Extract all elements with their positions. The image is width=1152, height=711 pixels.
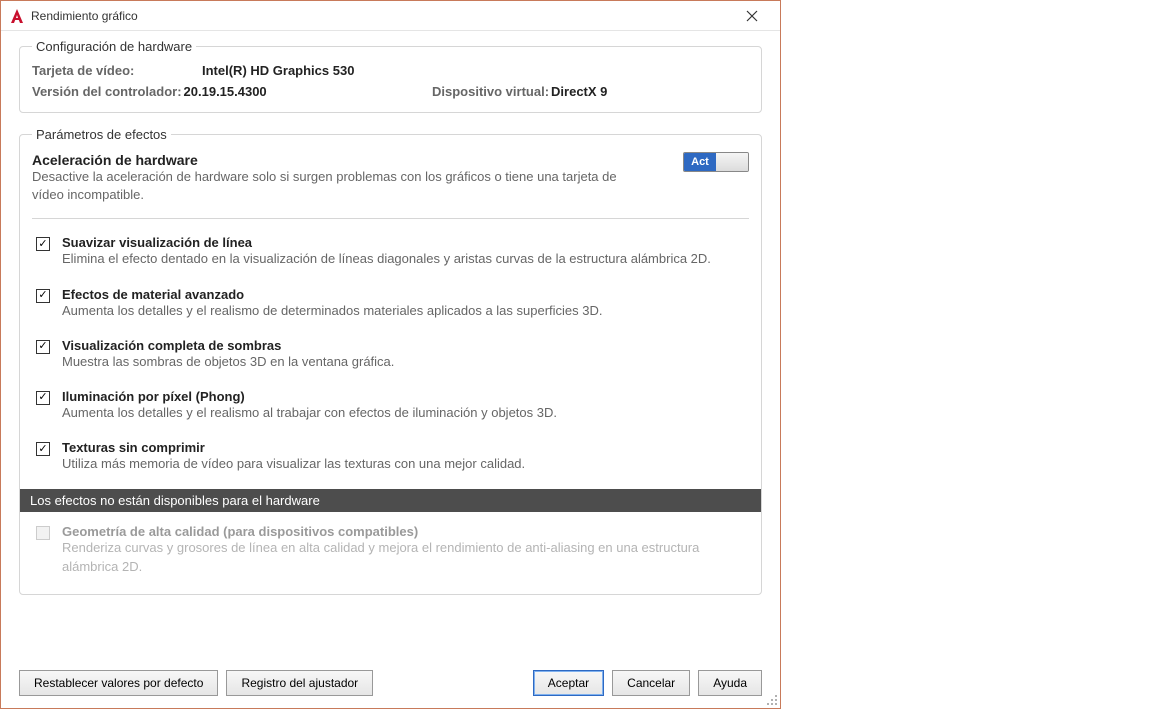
checkmark-icon: ✓ — [38, 392, 47, 403]
checkmark-icon: ✓ — [38, 239, 47, 250]
option-title: Texturas sin comprimir — [62, 440, 749, 455]
checkbox-smooth-line[interactable]: ✓ — [36, 237, 50, 251]
checkbox-uncompressed-textures[interactable]: ✓ — [36, 442, 50, 456]
virtual-device-label: Dispositivo virtual: — [432, 84, 549, 99]
checkbox-phong-lighting[interactable]: ✓ — [36, 391, 50, 405]
driver-version-label: Versión del controlador: — [32, 84, 182, 99]
virtual-device-value: DirectX 9 — [551, 84, 607, 99]
option-desc: Utiliza más memoria de vídeo para visual… — [62, 455, 749, 473]
cancel-button[interactable]: Cancelar — [612, 670, 690, 696]
unavailable-effects-header: Los efectos no están disponibles para el… — [20, 489, 761, 512]
hardware-config-group: Configuración de hardware Tarjeta de víd… — [19, 39, 762, 113]
checkmark-icon: ✓ — [38, 341, 47, 352]
driver-version-value: 20.19.15.4300 — [184, 84, 267, 99]
option-desc: Renderiza curvas y grosores de línea en … — [62, 539, 749, 575]
checkbox-advanced-material[interactable]: ✓ — [36, 289, 50, 303]
close-button[interactable] — [732, 2, 772, 30]
toggle-off-side — [716, 153, 748, 171]
divider — [32, 218, 749, 219]
dialog-body: Configuración de hardware Tarjeta de víd… — [1, 31, 780, 660]
option-phong-lighting: ✓ Iluminación por píxel (Phong) Aumenta … — [32, 383, 749, 434]
hw-accel-title: Aceleración de hardware — [32, 152, 632, 168]
checkbox-full-shadow[interactable]: ✓ — [36, 340, 50, 354]
graphics-performance-dialog: Rendimiento gráfico Configuración de har… — [0, 0, 781, 709]
option-high-quality-geometry: Geometría de alta calidad (para disposit… — [32, 518, 749, 587]
tuner-log-button[interactable]: Registro del ajustador — [226, 670, 373, 696]
option-title: Visualización completa de sombras — [62, 338, 749, 353]
dialog-title: Rendimiento gráfico — [31, 9, 732, 23]
checkmark-icon: ✓ — [38, 444, 47, 455]
help-button[interactable]: Ayuda — [698, 670, 762, 696]
app-icon — [9, 8, 25, 24]
hw-accel-desc: Desactive la aceleración de hardware sol… — [32, 168, 632, 204]
video-card-label: Tarjeta de vídeo: — [32, 63, 202, 78]
effects-params-group: Parámetros de efectos Aceleración de har… — [19, 127, 762, 595]
hw-accel-toggle[interactable]: Act — [683, 152, 749, 172]
hardware-legend: Configuración de hardware — [32, 39, 196, 54]
option-desc: Aumenta los detalles y el realismo de de… — [62, 302, 749, 320]
option-desc: Aumenta los detalles y el realismo al tr… — [62, 404, 749, 422]
option-title: Geometría de alta calidad (para disposit… — [62, 524, 749, 539]
option-title: Suavizar visualización de línea — [62, 235, 749, 250]
option-title: Iluminación por píxel (Phong) — [62, 389, 749, 404]
option-title: Efectos de material avanzado — [62, 287, 749, 302]
titlebar: Rendimiento gráfico — [1, 1, 780, 31]
option-desc: Muestra las sombras de objetos 3D en la … — [62, 353, 749, 371]
video-card-value: Intel(R) HD Graphics 530 — [202, 63, 354, 78]
effects-legend: Parámetros de efectos — [32, 127, 171, 142]
option-uncompressed-textures: ✓ Texturas sin comprimir Utiliza más mem… — [32, 434, 749, 485]
ok-button[interactable]: Aceptar — [533, 670, 604, 696]
option-smooth-line: ✓ Suavizar visualización de línea Elimin… — [32, 229, 749, 280]
restore-defaults-button[interactable]: Restablecer valores por defecto — [19, 670, 218, 696]
toggle-on-label: Act — [684, 153, 716, 171]
dialog-button-row: Restablecer valores por defecto Registro… — [1, 660, 780, 708]
option-full-shadow: ✓ Visualización completa de sombras Mues… — [32, 332, 749, 383]
option-advanced-material: ✓ Efectos de material avanzado Aumenta l… — [32, 281, 749, 332]
option-desc: Elimina el efecto dentado en la visualiz… — [62, 250, 749, 268]
checkmark-icon: ✓ — [38, 290, 47, 301]
checkbox-high-quality-geometry — [36, 526, 50, 540]
resize-grip[interactable] — [764, 692, 778, 706]
